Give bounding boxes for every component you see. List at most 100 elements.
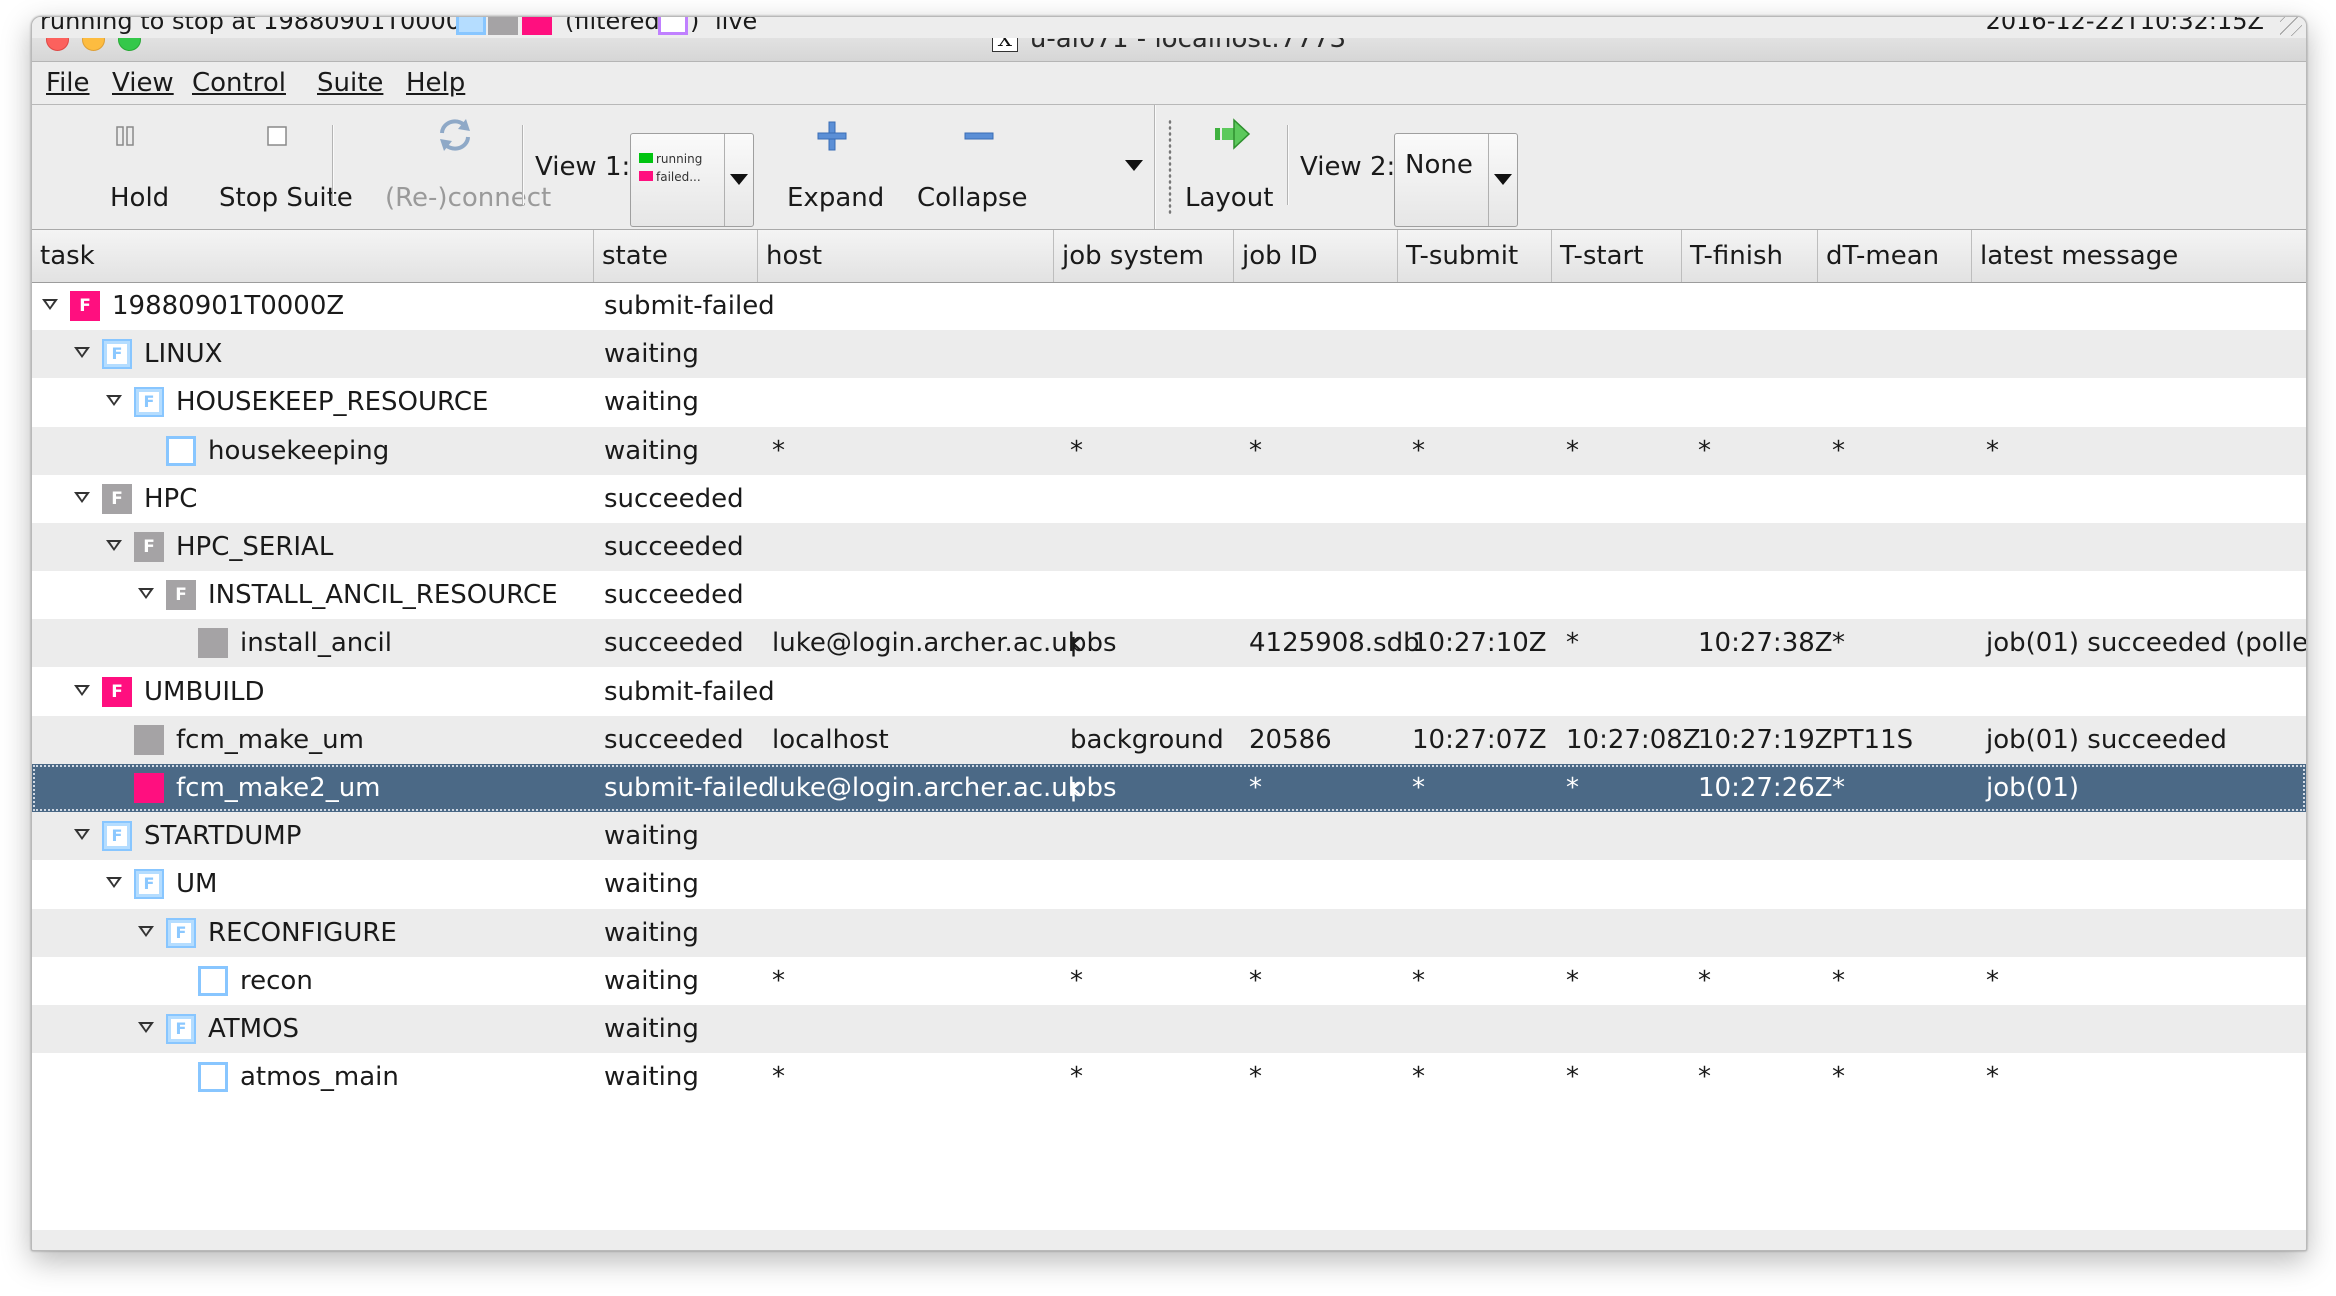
expander-triangle-icon[interactable] [74, 684, 90, 696]
view1-legend: running failed... [639, 150, 702, 186]
menu-bar: File View Control Suite Help [32, 62, 2306, 105]
expander-triangle-icon[interactable] [106, 877, 122, 889]
latest-message-cell: job(01) succeeded [1986, 724, 2227, 755]
state-cell: succeeded [604, 532, 744, 562]
table-row[interactable]: housekeeping waiting * * * * * * * * [32, 426, 2306, 475]
table-row[interactable]: F HPC succeeded [32, 475, 2306, 523]
resize-grip[interactable] [2280, 17, 2302, 36]
t-submit-cell: * [1412, 965, 1425, 996]
expander-triangle-icon[interactable] [74, 829, 90, 841]
column-header-t-finish[interactable]: T-finish [1682, 230, 1818, 282]
menu-help[interactable]: Help [406, 62, 465, 104]
table-row[interactable]: F HPC_SERIAL succeeded [32, 523, 2306, 571]
task-name: 19880901T0000Z [112, 291, 345, 321]
t-finish-cell: 10:27:26Z [1698, 773, 1833, 803]
dt-mean-cell: * [1832, 965, 1845, 996]
column-header-row: task state host job system job ID T-subm… [32, 230, 2306, 283]
expand-button[interactable]: Expand [767, 105, 897, 229]
task-state-icon [198, 628, 228, 659]
expander-triangle-icon[interactable] [138, 588, 154, 600]
expander-triangle-icon[interactable] [106, 540, 122, 551]
expander-triangle-icon[interactable] [42, 299, 58, 310]
table-row[interactable]: atmos_main waiting * * * * * * * * [32, 1053, 2306, 1101]
t-finish-cell: * [1698, 1062, 1711, 1093]
status-text: running to stop at 19880901T0000Z [40, 16, 478, 35]
view2-dropdown-arrow[interactable] [1488, 134, 1517, 226]
view2-combo[interactable]: None [1394, 133, 1518, 227]
expander-triangle-icon[interactable] [74, 491, 90, 503]
column-header-t-submit[interactable]: T-submit [1398, 230, 1552, 282]
column-header-state[interactable]: state [594, 230, 758, 282]
state-cell: submit-failed [604, 676, 775, 707]
running-legend-label: running [656, 152, 703, 166]
menu-view[interactable]: View [112, 62, 174, 104]
table-row[interactable]: F UMBUILD submit-failed [32, 668, 2306, 716]
table-row[interactable]: F RECONFIGURE waiting [32, 908, 2306, 957]
state-cell: waiting [604, 435, 699, 466]
layout-button[interactable]: Layout [1177, 105, 1287, 229]
column-header-job-id[interactable]: job ID [1234, 230, 1398, 282]
toolbar-separator [332, 125, 334, 205]
failed-legend-label: failed... [656, 170, 701, 184]
column-header-host[interactable]: host [758, 230, 1054, 282]
toolbar-separator [1154, 105, 1156, 229]
collapse-label: Collapse [917, 183, 1028, 213]
state-cell: waiting [604, 387, 699, 418]
t-finish-cell: 10:27:19Z [1698, 724, 1833, 755]
family-state-icon: F [102, 676, 132, 707]
menu-control[interactable]: Control [192, 62, 286, 104]
succeeded-state-swatch[interactable] [488, 17, 518, 35]
collapse-button[interactable]: Collapse [902, 105, 1052, 229]
task-name: LINUX [144, 339, 223, 370]
view1-dropdown-arrow[interactable] [724, 134, 753, 226]
expander-triangle-icon[interactable] [138, 1022, 154, 1033]
table-row[interactable]: F UM waiting [32, 860, 2306, 908]
table-row[interactable]: recon waiting * * * * * * * * [32, 957, 2306, 1005]
filtered-state-swatch[interactable] [658, 17, 688, 35]
family-state-icon: F [134, 869, 164, 900]
table-row[interactable]: fcm_make_um succeeded localhost background 2… [32, 715, 2306, 764]
waiting-state-swatch[interactable] [456, 17, 486, 35]
dt-mean-cell: * [1832, 1062, 1845, 1093]
job-id-cell: * [1249, 965, 1262, 996]
table-row[interactable]: F STARTDUMP waiting [32, 812, 2306, 861]
table-row[interactable]: F 19880901T0000Z submit-failed [32, 282, 2306, 330]
hold-button[interactable]: Hold [72, 105, 182, 229]
dt-mean-cell: * [1832, 628, 1845, 659]
table-row[interactable]: F ATMOS waiting [32, 1005, 2306, 1053]
column-header-task[interactable]: task [32, 230, 594, 282]
dt-mean-cell: PT11S [1832, 724, 1914, 755]
t-submit-cell: * [1412, 773, 1425, 803]
submit-failed-state-swatch[interactable] [522, 17, 552, 35]
view1-combo[interactable]: running failed... [630, 133, 754, 227]
expander-triangle-icon[interactable] [106, 395, 122, 407]
column-header-latest-message[interactable]: latest message [1972, 230, 2306, 282]
column-header-dt-mean[interactable]: dT-mean [1818, 230, 1972, 282]
task-name: HPC_SERIAL [176, 532, 334, 562]
expander-triangle-icon[interactable] [74, 347, 90, 359]
menu-file[interactable]: File [46, 62, 90, 104]
job-id-cell: 20586 [1249, 724, 1332, 755]
view1-label: View 1: [535, 152, 631, 182]
dt-mean-cell: * [1832, 435, 1845, 466]
expand-label: Expand [787, 183, 885, 213]
table-row[interactable]: F HOUSEKEEP_RESOURCE waiting [32, 378, 2306, 426]
plus-icon [817, 121, 847, 151]
column-header-job-system[interactable]: job system [1054, 230, 1234, 282]
last-update-timestamp: 2016-12-22T10:32:15Z [1985, 16, 2264, 35]
task-tree-view[interactable]: task state host job system job ID T-subm… [32, 230, 2306, 1230]
host-cell: luke@login.archer.ac.uk [772, 628, 1083, 659]
table-row[interactable]: install_ancil succeeded luke@login.archer.… [32, 619, 2306, 668]
table-row[interactable]: fcm_make2_um submit-failed luke@login.arch… [32, 764, 2306, 812]
minus-icon [964, 132, 994, 140]
table-row[interactable]: F LINUX waiting [32, 330, 2306, 379]
stop-suite-button[interactable]: Stop Suite [182, 105, 372, 229]
expander-triangle-icon[interactable] [138, 925, 154, 937]
family-state-icon: F [134, 387, 164, 418]
toolbar-overflow-arrow-icon[interactable] [1125, 160, 1143, 171]
table-row[interactable]: F INSTALL_ANCIL_RESOURCE succeeded [32, 571, 2306, 619]
toolbar-grip-handle[interactable] [1168, 119, 1172, 215]
job-system-cell: * [1070, 1062, 1083, 1093]
column-header-t-start[interactable]: T-start [1552, 230, 1682, 282]
menu-suite[interactable]: Suite [317, 62, 383, 104]
